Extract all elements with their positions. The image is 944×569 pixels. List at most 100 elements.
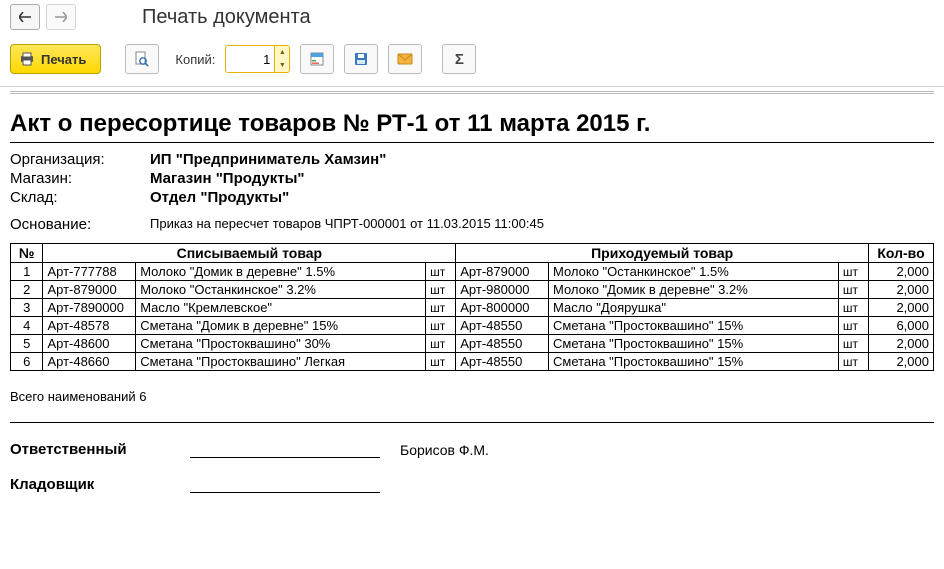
table-row: 3Арт-7890000Масло "Кремлевское"штАрт-800… xyxy=(11,299,934,317)
in-article: Арт-48550 xyxy=(456,353,549,371)
row-num: 1 xyxy=(11,263,43,281)
in-name: Молоко "Домик в деревне" 3.2% xyxy=(549,281,839,299)
table-row: 4Арт-48578Сметана "Домик в деревне" 15%ш… xyxy=(11,317,934,335)
out-unit: шт xyxy=(426,353,456,371)
copies-spinner[interactable]: ▲ ▼ xyxy=(274,46,289,72)
toolbar: Печать Копий: ▲ ▼ xyxy=(0,36,944,82)
qty: 2,000 xyxy=(869,353,934,371)
sheet-area: Акт о пересортице товаров № РТ-1 от 11 м… xyxy=(0,86,944,493)
org-value: ИП "Предприниматель Хамзин" xyxy=(150,151,386,168)
qty: 2,000 xyxy=(869,299,934,317)
document-sheet: Акт о пересортице товаров № РТ-1 от 11 м… xyxy=(10,91,934,493)
in-article: Арт-879000 xyxy=(456,263,549,281)
basis-value: Приказ на пересчет товаров ЧПРТ-000001 о… xyxy=(150,216,544,233)
org-label: Организация: xyxy=(10,151,150,168)
table-row: 2Арт-879000Молоко "Останкинское" 3.2%штА… xyxy=(11,281,934,299)
nav-forward-button[interactable] xyxy=(46,4,76,30)
goods-table: № Списываемый товар Приходуемый товар Ко… xyxy=(10,243,934,371)
in-unit: шт xyxy=(838,353,868,371)
print-button[interactable]: Печать xyxy=(10,44,101,74)
in-unit: шт xyxy=(838,281,868,299)
document-title: Акт о пересортице товаров № РТ-1 от 11 м… xyxy=(10,110,934,138)
out-article: Арт-48660 xyxy=(43,353,136,371)
copies-input[interactable] xyxy=(226,46,274,72)
th-outgoing: Списываемый товар xyxy=(43,244,456,263)
in-name: Сметана "Простоквашино" 15% xyxy=(549,317,839,335)
th-incoming: Приходуемый товар xyxy=(456,244,869,263)
out-unit: шт xyxy=(426,263,456,281)
print-button-label: Печать xyxy=(41,52,86,67)
chevron-up-icon[interactable]: ▲ xyxy=(275,46,289,59)
send-mail-button[interactable] xyxy=(388,44,422,74)
out-unit: шт xyxy=(426,317,456,335)
responsible-label: Ответственный xyxy=(10,441,190,458)
out-name: Сметана "Домик в деревне" 15% xyxy=(136,317,426,335)
row-num: 3 xyxy=(11,299,43,317)
qty: 2,000 xyxy=(869,335,934,353)
table-row: 5Арт-48600Сметана "Простоквашино" 30%штА… xyxy=(11,335,934,353)
row-num: 6 xyxy=(11,353,43,371)
in-article: Арт-48550 xyxy=(456,317,549,335)
save-button[interactable] xyxy=(344,44,378,74)
out-unit: шт xyxy=(426,299,456,317)
out-unit: шт xyxy=(426,281,456,299)
out-article: Арт-777788 xyxy=(43,263,136,281)
totals-text: Всего наименований 6 xyxy=(10,389,934,404)
out-unit: шт xyxy=(426,335,456,353)
in-unit: шт xyxy=(838,317,868,335)
in-article: Арт-980000 xyxy=(456,281,549,299)
chevron-down-icon[interactable]: ▼ xyxy=(275,59,289,72)
store-row: Магазин: Магазин "Продукты" xyxy=(10,170,934,187)
out-article: Арт-48578 xyxy=(43,317,136,335)
store-label: Магазин: xyxy=(10,170,150,187)
in-unit: шт xyxy=(838,263,868,281)
sigma-icon: Σ xyxy=(455,51,464,68)
responsible-name: Борисов Ф.М. xyxy=(400,442,489,458)
topbar: Печать документа xyxy=(0,0,944,36)
table-row: 6Арт-48660Сметана "Простоквашино" Легкая… xyxy=(11,353,934,371)
signature-separator xyxy=(10,422,934,423)
basis-label: Основание: xyxy=(10,216,150,233)
copies-stepper[interactable]: ▲ ▼ xyxy=(225,45,290,73)
mail-icon xyxy=(397,53,413,65)
out-name: Масло "Кремлевское" xyxy=(136,299,426,317)
qty: 2,000 xyxy=(869,263,934,281)
table-row: 1Арт-777788Молоко "Домик в деревне" 1.5%… xyxy=(11,263,934,281)
out-name: Сметана "Простоквашино" 30% xyxy=(136,335,426,353)
th-qty: Кол-во xyxy=(869,244,934,263)
storekeeper-sign-row: Кладовщик xyxy=(10,474,934,493)
basis-row: Основание: Приказ на пересчет товаров ЧП… xyxy=(10,216,934,233)
responsible-sign-row: Ответственный Борисов Ф.М. xyxy=(10,439,934,458)
store-value: Магазин "Продукты" xyxy=(150,170,305,187)
in-unit: шт xyxy=(838,335,868,353)
qty: 6,000 xyxy=(869,317,934,335)
storekeeper-label: Кладовщик xyxy=(10,476,190,493)
preview-button[interactable] xyxy=(125,44,159,74)
in-article: Арт-48550 xyxy=(456,335,549,353)
row-num: 5 xyxy=(11,335,43,353)
in-name: Молоко "Останкинское" 1.5% xyxy=(549,263,839,281)
nav-back-button[interactable] xyxy=(10,4,40,30)
out-article: Арт-48600 xyxy=(43,335,136,353)
sum-button[interactable]: Σ xyxy=(442,44,476,74)
template-button[interactable] xyxy=(300,44,334,74)
arrow-right-icon xyxy=(55,12,67,22)
title-separator xyxy=(10,142,934,143)
arrow-left-icon xyxy=(19,12,31,22)
qty: 2,000 xyxy=(869,281,934,299)
warehouse-value: Отдел "Продукты" xyxy=(150,189,289,206)
magnifier-page-icon xyxy=(134,51,150,67)
in-name: Сметана "Простоквашино" 15% xyxy=(549,335,839,353)
warehouse-label: Склад: xyxy=(10,189,150,206)
storekeeper-sign-line xyxy=(190,474,380,493)
in-name: Масло "Доярушка" xyxy=(549,299,839,317)
out-name: Молоко "Домик в деревне" 1.5% xyxy=(136,263,426,281)
responsible-sign-line xyxy=(190,439,380,458)
template-icon xyxy=(309,51,325,67)
warehouse-row: Склад: Отдел "Продукты" xyxy=(10,189,934,206)
window-title: Печать документа xyxy=(142,6,311,29)
out-name: Сметана "Простоквашино" Легкая xyxy=(136,353,426,371)
in-name: Сметана "Простоквашино" 15% xyxy=(549,353,839,371)
org-row: Организация: ИП "Предприниматель Хамзин" xyxy=(10,151,934,168)
out-article: Арт-7890000 xyxy=(43,299,136,317)
